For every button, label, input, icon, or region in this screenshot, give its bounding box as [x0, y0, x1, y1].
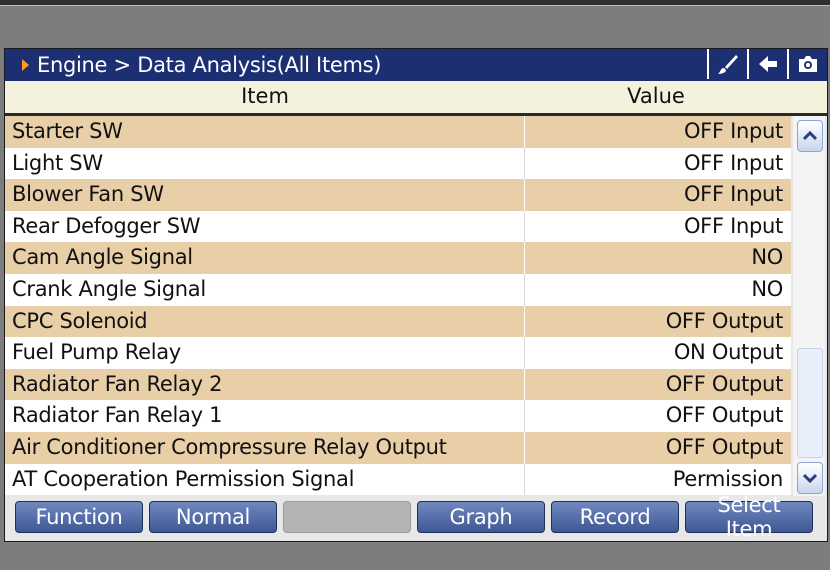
- table-row[interactable]: Blower Fan SW OFF Input: [5, 179, 791, 211]
- chevron-down-icon: [803, 473, 817, 483]
- value-cell: NO: [751, 276, 783, 301]
- scroll-down-button[interactable]: [797, 462, 823, 494]
- play-arrow-icon: [22, 59, 29, 71]
- table-row[interactable]: Cam Angle Signal NO: [5, 242, 791, 274]
- table-row[interactable]: AT Cooperation Permission Signal Permiss…: [5, 463, 791, 496]
- camera-icon: [799, 56, 817, 72]
- normal-button[interactable]: Normal: [149, 501, 277, 533]
- value-cell: OFF Input: [683, 182, 783, 207]
- scroll-up-button[interactable]: [797, 120, 823, 152]
- title-bar: Engine > Data Analysis(All Items): [5, 49, 827, 81]
- item-cell: Crank Angle Signal: [5, 273, 525, 306]
- column-header-item: Item: [241, 84, 289, 108]
- brush-button[interactable]: [707, 49, 747, 79]
- item-cell: AT Cooperation Permission Signal: [5, 463, 525, 496]
- function-button-bar: Function Normal Graph Record Select Item: [5, 493, 827, 541]
- item-cell: Cam Angle Signal: [5, 242, 525, 274]
- value-cell: OFF Input: [683, 150, 783, 175]
- table-row[interactable]: Light SW OFF Input: [5, 147, 791, 180]
- value-cell: Permission: [672, 466, 784, 491]
- item-cell: Air Conditioner Compressure Relay Output: [5, 431, 525, 464]
- capture-button[interactable]: [787, 49, 827, 79]
- table-row[interactable]: Crank Angle Signal NO: [5, 273, 791, 306]
- item-cell: Blower Fan SW: [5, 179, 525, 211]
- record-button[interactable]: Record: [551, 501, 679, 533]
- item-cell: Rear Defogger SW: [5, 210, 525, 243]
- scroll-thumb[interactable]: [797, 348, 823, 458]
- back-arrow-icon: [759, 56, 777, 72]
- data-table: Starter SW OFF Input Light SW OFF Input …: [5, 116, 791, 496]
- table-row[interactable]: Starter SW OFF Input: [5, 116, 791, 148]
- value-cell: ON Output: [673, 340, 783, 365]
- column-header-value: Value: [627, 84, 685, 108]
- breadcrumb: Engine > Data Analysis(All Items): [37, 53, 382, 77]
- table-row[interactable]: Fuel Pump Relay ON Output: [5, 337, 791, 369]
- table-row[interactable]: Rear Defogger SW OFF Input: [5, 210, 791, 243]
- chevron-up-icon: [803, 131, 817, 141]
- select-item-button[interactable]: Select Item: [685, 493, 813, 541]
- value-cell: OFF Output: [665, 434, 784, 459]
- vertical-scrollbar[interactable]: [793, 116, 825, 496]
- value-cell: OFF Output: [665, 308, 784, 333]
- table-row[interactable]: Radiator Fan Relay 2 OFF Output: [5, 368, 791, 401]
- brush-icon: [718, 55, 738, 74]
- value-cell: OFF Input: [683, 213, 783, 238]
- item-cell: Fuel Pump Relay: [5, 337, 525, 369]
- item-cell: Radiator Fan Relay 1: [5, 400, 525, 432]
- back-button[interactable]: [747, 49, 787, 79]
- item-cell: Light SW: [5, 147, 525, 180]
- value-cell: OFF Output: [665, 371, 784, 396]
- item-cell: CPC Solenoid: [5, 305, 525, 338]
- value-cell: OFF Input: [683, 119, 783, 143]
- value-cell: OFF Output: [665, 403, 784, 428]
- item-cell: Radiator Fan Relay 2: [5, 368, 525, 401]
- column-header: Item Value: [5, 81, 827, 116]
- title-toolbar: [707, 49, 827, 81]
- data-analysis-panel: Engine > Data Analysis(All Items) Item V…: [4, 48, 828, 542]
- item-cell: Starter SW: [5, 116, 525, 148]
- table-row[interactable]: CPC Solenoid OFF Output: [5, 305, 791, 338]
- value-cell: NO: [751, 245, 783, 270]
- function-button[interactable]: Function: [15, 501, 143, 533]
- blank-button: [283, 501, 411, 533]
- table-row[interactable]: Air Conditioner Compressure Relay Output…: [5, 431, 791, 464]
- top-frame-bar: [0, 0, 830, 6]
- table-row[interactable]: Radiator Fan Relay 1 OFF Output: [5, 400, 791, 432]
- graph-button[interactable]: Graph: [417, 501, 545, 533]
